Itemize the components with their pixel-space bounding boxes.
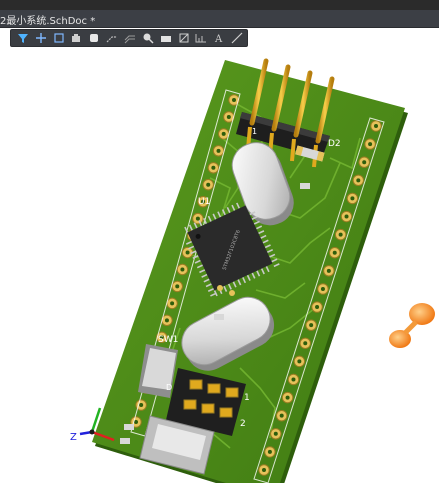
switch-designator: SW1: [158, 335, 178, 345]
connector-designator: 1: [252, 127, 257, 136]
jumper-pin: [189, 379, 203, 390]
diff-pair-icon[interactable]: [122, 30, 138, 46]
jumper-pin: [183, 399, 197, 410]
place-pad-icon[interactable]: [86, 30, 102, 46]
header-pin1-label: 1: [244, 393, 250, 403]
pcb-3d-viewport[interactable]: 1 D2 STM32F103C8T6 U1 SW1 1 2 D Z: [0, 28, 439, 483]
smd-resistor: [124, 424, 134, 430]
mcu-designator: U1: [198, 197, 210, 207]
jumper-pin: [225, 387, 239, 398]
smd-capacitor: [120, 438, 130, 444]
place-component-icon[interactable]: [69, 30, 85, 46]
jumper-pin: [219, 407, 233, 418]
document-tab[interactable]: 2最小系统.SchDoc *: [0, 12, 95, 27]
smd-capacitor: [214, 314, 224, 320]
pcb-3d-scene: 1 D2 STM32F103C8T6 U1 SW1 1 2 D Z: [70, 58, 435, 483]
window-title-bar: [0, 0, 439, 10]
jumper-pin: [207, 383, 221, 394]
polygon-fill-icon[interactable]: [158, 30, 174, 46]
led-designator: D2: [328, 139, 341, 149]
via-pad: [217, 285, 223, 291]
document-tab-bar: 2最小系统.SchDoc *: [0, 10, 439, 28]
dimension-icon[interactable]: [193, 30, 209, 46]
text-icon[interactable]: A: [211, 30, 227, 46]
select-rect-icon[interactable]: [51, 30, 67, 46]
smd-resistor: [300, 183, 310, 189]
z-axis-label: Z: [70, 432, 77, 443]
via-pad: [229, 290, 235, 296]
interactive-route-icon[interactable]: [104, 30, 120, 46]
view-toolbar: A: [10, 29, 248, 47]
place-via-icon[interactable]: [140, 30, 156, 46]
orange-snap-marker[interactable]: [389, 303, 435, 348]
line-icon[interactable]: [229, 30, 245, 46]
region-icon[interactable]: [176, 30, 192, 46]
jumper-pin: [201, 403, 215, 414]
filter-icon[interactable]: [15, 30, 31, 46]
svg-text:A: A: [214, 34, 223, 44]
crosshair-icon[interactable]: [33, 30, 49, 46]
header-pin2-label: 2: [240, 419, 246, 429]
diode-designator: D: [166, 383, 172, 392]
